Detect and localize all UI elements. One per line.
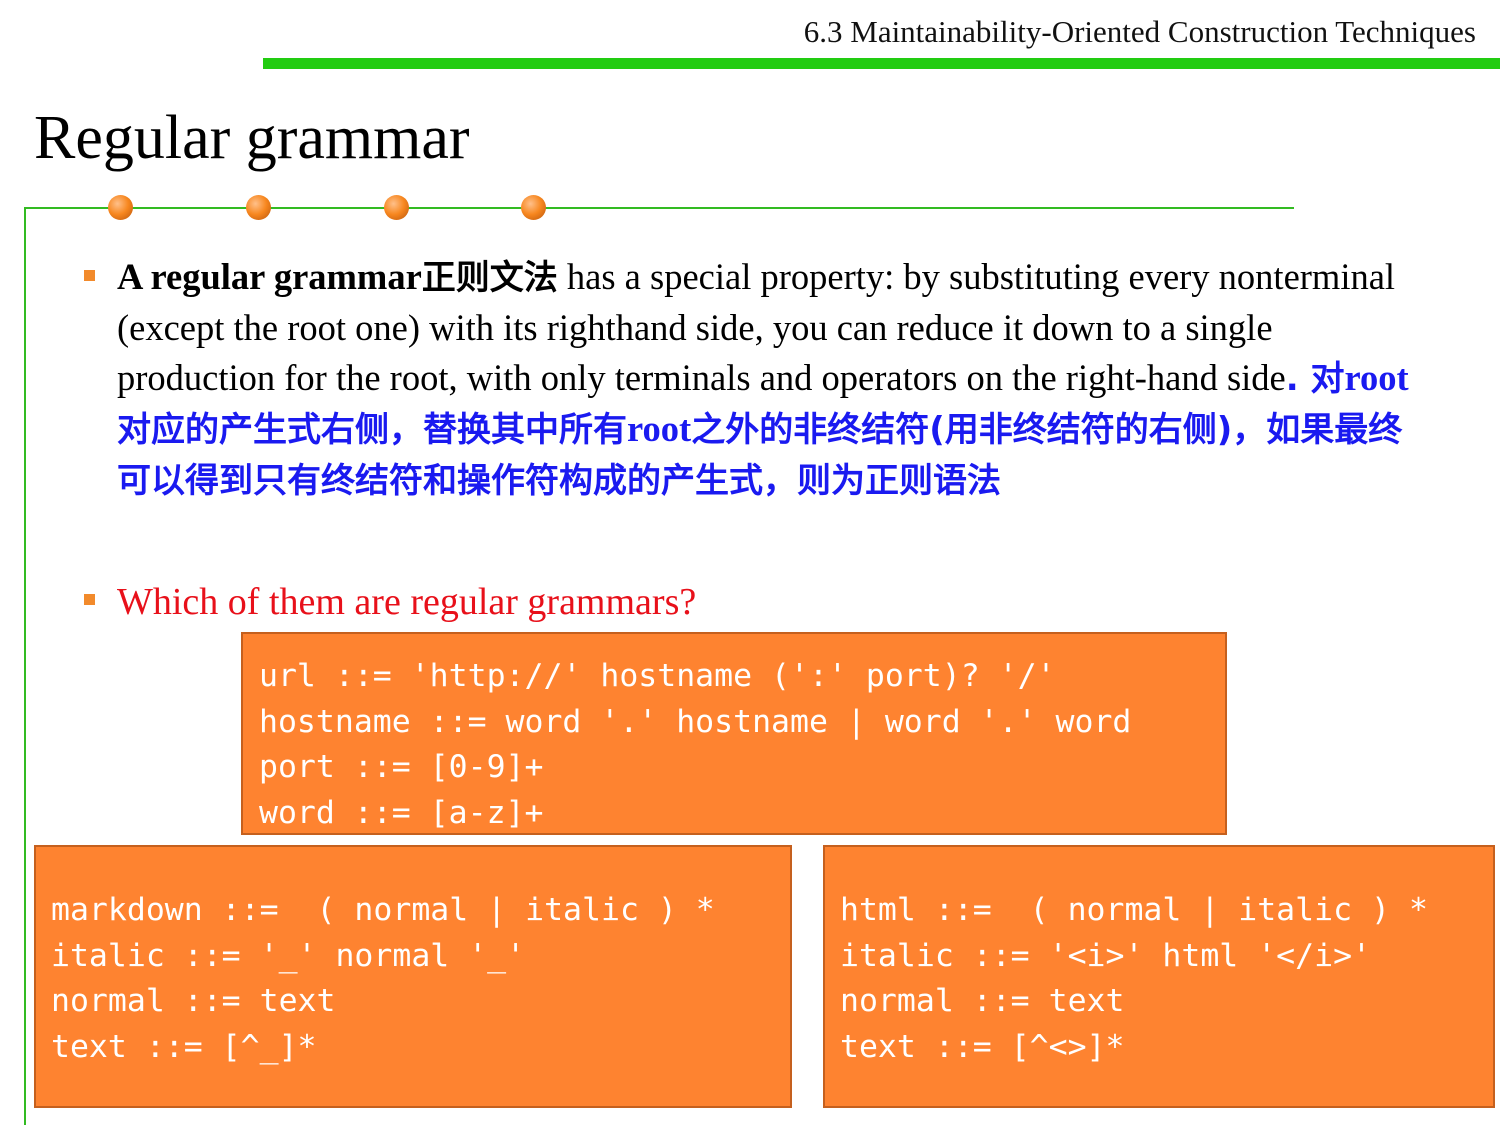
grammar-rule: normal ::= text bbox=[51, 983, 336, 1019]
title-underline-rule bbox=[24, 207, 1294, 209]
definition-term-cn: 正则文法 bbox=[421, 258, 558, 298]
grammar-rule: normal ::= text bbox=[840, 983, 1125, 1019]
grammar-rule: hostname ::= word '.' hostname | word '.… bbox=[259, 703, 1132, 740]
cn-part: . 对 bbox=[1285, 359, 1345, 399]
orange-dot-icon bbox=[384, 195, 409, 220]
grammar-rule: text ::= [^<>]* bbox=[840, 1028, 1125, 1065]
grammar-rule: text ::= [^_]* bbox=[51, 1028, 317, 1065]
section-header: 6.3 Maintainability-Oriented Constructio… bbox=[803, 14, 1476, 49]
definition-term: A regular grammar bbox=[117, 256, 422, 297]
markdown-grammar-box: markdown ::= ( normal | italic ) * itali… bbox=[34, 845, 792, 1108]
orange-dot-icon bbox=[108, 195, 133, 220]
html-grammar-box: html ::= ( normal | italic ) * italic ::… bbox=[823, 845, 1495, 1108]
bullet-square-icon bbox=[84, 270, 95, 281]
cn-part-root: root bbox=[1344, 357, 1409, 398]
grammar-rule: port ::= [0-9]+ bbox=[259, 749, 544, 785]
grammar-rule: url ::= 'http://' hostname (':' port)? '… bbox=[259, 658, 1056, 694]
cn-part-root: root bbox=[627, 408, 692, 449]
grammar-rule: word ::= [a-z]+ bbox=[259, 794, 544, 831]
header-accent-bar bbox=[263, 58, 1500, 69]
slide-title: Regular grammar bbox=[34, 104, 470, 172]
cn-part: 对应的产生式右侧，替换其中所有 bbox=[117, 410, 627, 450]
grammar-rule: markdown ::= ( normal | italic ) * bbox=[51, 892, 715, 928]
orange-dot-icon bbox=[246, 195, 271, 220]
grammar-rule: italic ::= '_' normal '_' bbox=[51, 937, 526, 974]
bullet-square-icon bbox=[84, 594, 95, 605]
grammar-rule: italic ::= '<i>' html '</i>' bbox=[840, 937, 1372, 974]
left-vertical-rule bbox=[24, 207, 26, 1125]
question-text: Which of them are regular grammars? bbox=[117, 581, 697, 623]
orange-dot-icon bbox=[521, 195, 546, 220]
grammar-rule: html ::= ( normal | italic ) * bbox=[840, 892, 1428, 928]
url-grammar-box: url ::= 'http://' hostname (':' port)? '… bbox=[241, 632, 1227, 835]
regular-grammar-definition: A regular grammar正则文法 has a special prop… bbox=[117, 252, 1417, 506]
